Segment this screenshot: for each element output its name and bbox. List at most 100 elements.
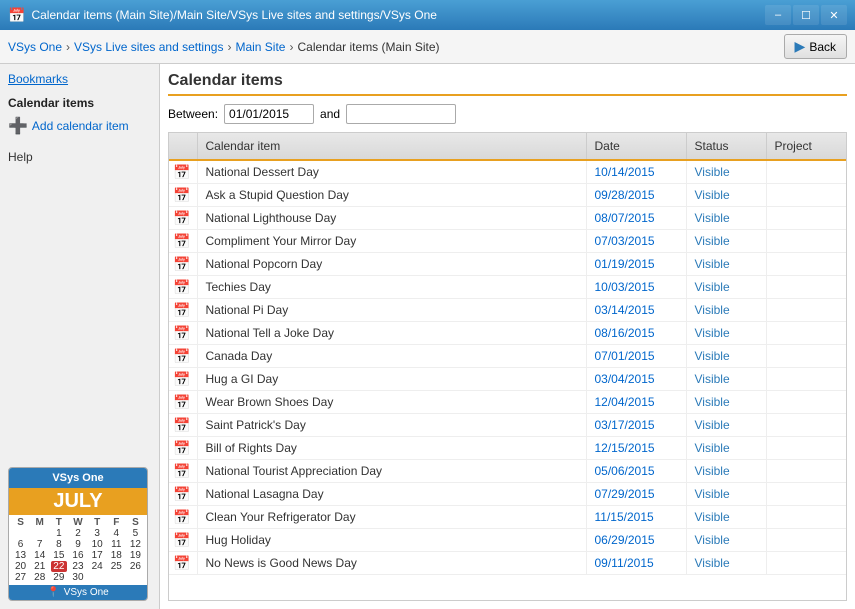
row-project — [766, 160, 846, 184]
row-icon-cell: 📅 — [169, 414, 197, 437]
table-row[interactable]: 📅National Lasagna Day07/29/2015Visible — [169, 483, 846, 506]
col-project[interactable]: Project — [766, 133, 846, 160]
row-name[interactable]: National Tourist Appreciation Day — [197, 460, 586, 483]
row-icon-cell: 📅 — [169, 322, 197, 345]
close-button[interactable]: ✕ — [821, 5, 847, 25]
row-date: 03/14/2015 — [586, 299, 686, 322]
row-project — [766, 276, 846, 299]
row-project — [766, 460, 846, 483]
to-date-dropdown[interactable] — [346, 104, 456, 124]
row-project — [766, 552, 846, 575]
row-name[interactable]: Techies Day — [197, 276, 586, 299]
col-icon — [169, 133, 197, 160]
row-icon-cell: 📅 — [169, 460, 197, 483]
calendar-widget: VSys One JULY S M T W T F S — [8, 467, 148, 601]
row-name[interactable]: Hug Holiday — [197, 529, 586, 552]
row-date: 10/03/2015 — [586, 276, 686, 299]
row-name[interactable]: No News is Good News Day — [197, 552, 586, 575]
row-status: Visible — [686, 160, 766, 184]
row-project — [766, 253, 846, 276]
row-date: 09/11/2015 — [586, 552, 686, 575]
table-row[interactable]: 📅Saint Patrick's Day03/17/2015Visible — [169, 414, 846, 437]
row-name[interactable]: Compliment Your Mirror Day — [197, 230, 586, 253]
row-name[interactable]: National Pi Day — [197, 299, 586, 322]
breadcrumb-livesite[interactable]: VSys Live sites and settings — [74, 40, 223, 54]
between-label: Between: — [168, 107, 218, 121]
breadcrumb-mainsite[interactable]: Main Site — [235, 40, 285, 54]
row-status: Visible — [686, 230, 766, 253]
table-row[interactable]: 📅National Tell a Joke Day08/16/2015Visib… — [169, 322, 846, 345]
row-project — [766, 230, 846, 253]
and-label: and — [320, 107, 340, 121]
row-name[interactable]: National Tell a Joke Day — [197, 322, 586, 345]
row-status: Visible — [686, 345, 766, 368]
row-name[interactable]: Bill of Rights Day — [197, 437, 586, 460]
cal-day-header-6: S — [127, 517, 143, 528]
row-name[interactable]: Wear Brown Shoes Day — [197, 391, 586, 414]
back-button[interactable]: ▶ Back — [784, 34, 847, 59]
table-row[interactable]: 📅Techies Day10/03/2015Visible — [169, 276, 846, 299]
row-name[interactable]: National Dessert Day — [197, 160, 586, 184]
breadcrumb: VSys One › VSys Live sites and settings … — [8, 40, 440, 54]
row-status: Visible — [686, 368, 766, 391]
bookmarks-link[interactable]: Bookmarks — [8, 72, 151, 86]
row-date: 10/14/2015 — [586, 160, 686, 184]
row-name[interactable]: Saint Patrick's Day — [197, 414, 586, 437]
title-bar-controls: – ☐ ✕ — [765, 5, 847, 25]
add-calendar-item-button[interactable]: ➕ Add calendar item — [8, 116, 151, 136]
row-icon-cell: 📅 — [169, 207, 197, 230]
table-row[interactable]: 📅Wear Brown Shoes Day12/04/2015Visible — [169, 391, 846, 414]
sidebar-section-title: Calendar items — [8, 96, 151, 110]
cal-week-5: 27 28 29 30 — [11, 572, 145, 583]
add-icon: ➕ — [8, 116, 28, 136]
row-name[interactable]: National Lasagna Day — [197, 483, 586, 506]
row-icon-cell: 📅 — [169, 230, 197, 253]
col-status[interactable]: Status — [686, 133, 766, 160]
row-status: Visible — [686, 322, 766, 345]
row-name[interactable]: National Popcorn Day — [197, 253, 586, 276]
row-icon-cell: 📅 — [169, 529, 197, 552]
table-row[interactable]: 📅Canada Day07/01/2015Visible — [169, 345, 846, 368]
table-row[interactable]: 📅National Tourist Appreciation Day05/06/… — [169, 460, 846, 483]
row-name[interactable]: Canada Day — [197, 345, 586, 368]
from-date-input[interactable] — [224, 104, 314, 124]
row-status: Visible — [686, 184, 766, 207]
row-date: 08/07/2015 — [586, 207, 686, 230]
table-row[interactable]: 📅Hug Holiday06/29/2015Visible — [169, 529, 846, 552]
row-date: 07/01/2015 — [586, 345, 686, 368]
row-icon-cell: 📅 — [169, 437, 197, 460]
table-row[interactable]: 📅Ask a Stupid Question Day09/28/2015Visi… — [169, 184, 846, 207]
table-row[interactable]: 📅Compliment Your Mirror Day07/03/2015Vis… — [169, 230, 846, 253]
add-label: Add calendar item — [32, 119, 129, 133]
table-row[interactable]: 📅National Dessert Day10/14/2015Visible — [169, 160, 846, 184]
breadcrumb-vsysone[interactable]: VSys One — [8, 40, 62, 54]
row-name[interactable]: National Lighthouse Day — [197, 207, 586, 230]
row-project — [766, 414, 846, 437]
row-status: Visible — [686, 506, 766, 529]
row-date: 07/03/2015 — [586, 230, 686, 253]
table-row[interactable]: 📅National Popcorn Day01/19/2015Visible — [169, 253, 846, 276]
minimize-button[interactable]: – — [765, 5, 791, 25]
col-date[interactable]: Date — [586, 133, 686, 160]
cal-day-headers: S M T W T F S — [11, 517, 145, 528]
col-calendar-item[interactable]: Calendar item — [197, 133, 586, 160]
main-window: VSys One › VSys Live sites and settings … — [0, 30, 855, 609]
row-project — [766, 207, 846, 230]
table-header-row: Calendar item Date Status Project — [169, 133, 846, 160]
table-row[interactable]: 📅No News is Good News Day09/11/2015Visib… — [169, 552, 846, 575]
app-icon: 📅 — [8, 7, 25, 24]
cal-week-3: 13 14 15 16 17 18 19 — [11, 550, 145, 561]
table-row[interactable]: 📅Hug a GI Day03/04/2015Visible — [169, 368, 846, 391]
table-row[interactable]: 📅National Pi Day03/14/2015Visible — [169, 299, 846, 322]
cal-widget-month: JULY — [9, 488, 147, 515]
table-row[interactable]: 📅National Lighthouse Day08/07/2015Visibl… — [169, 207, 846, 230]
table-row[interactable]: 📅Clean Your Refrigerator Day11/15/2015Vi… — [169, 506, 846, 529]
row-status: Visible — [686, 483, 766, 506]
maximize-button[interactable]: ☐ — [793, 5, 819, 25]
row-name[interactable]: Clean Your Refrigerator Day — [197, 506, 586, 529]
row-date: 12/15/2015 — [586, 437, 686, 460]
row-name[interactable]: Hug a GI Day — [197, 368, 586, 391]
row-name[interactable]: Ask a Stupid Question Day — [197, 184, 586, 207]
back-label: Back — [809, 40, 836, 54]
table-row[interactable]: 📅Bill of Rights Day12/15/2015Visible — [169, 437, 846, 460]
